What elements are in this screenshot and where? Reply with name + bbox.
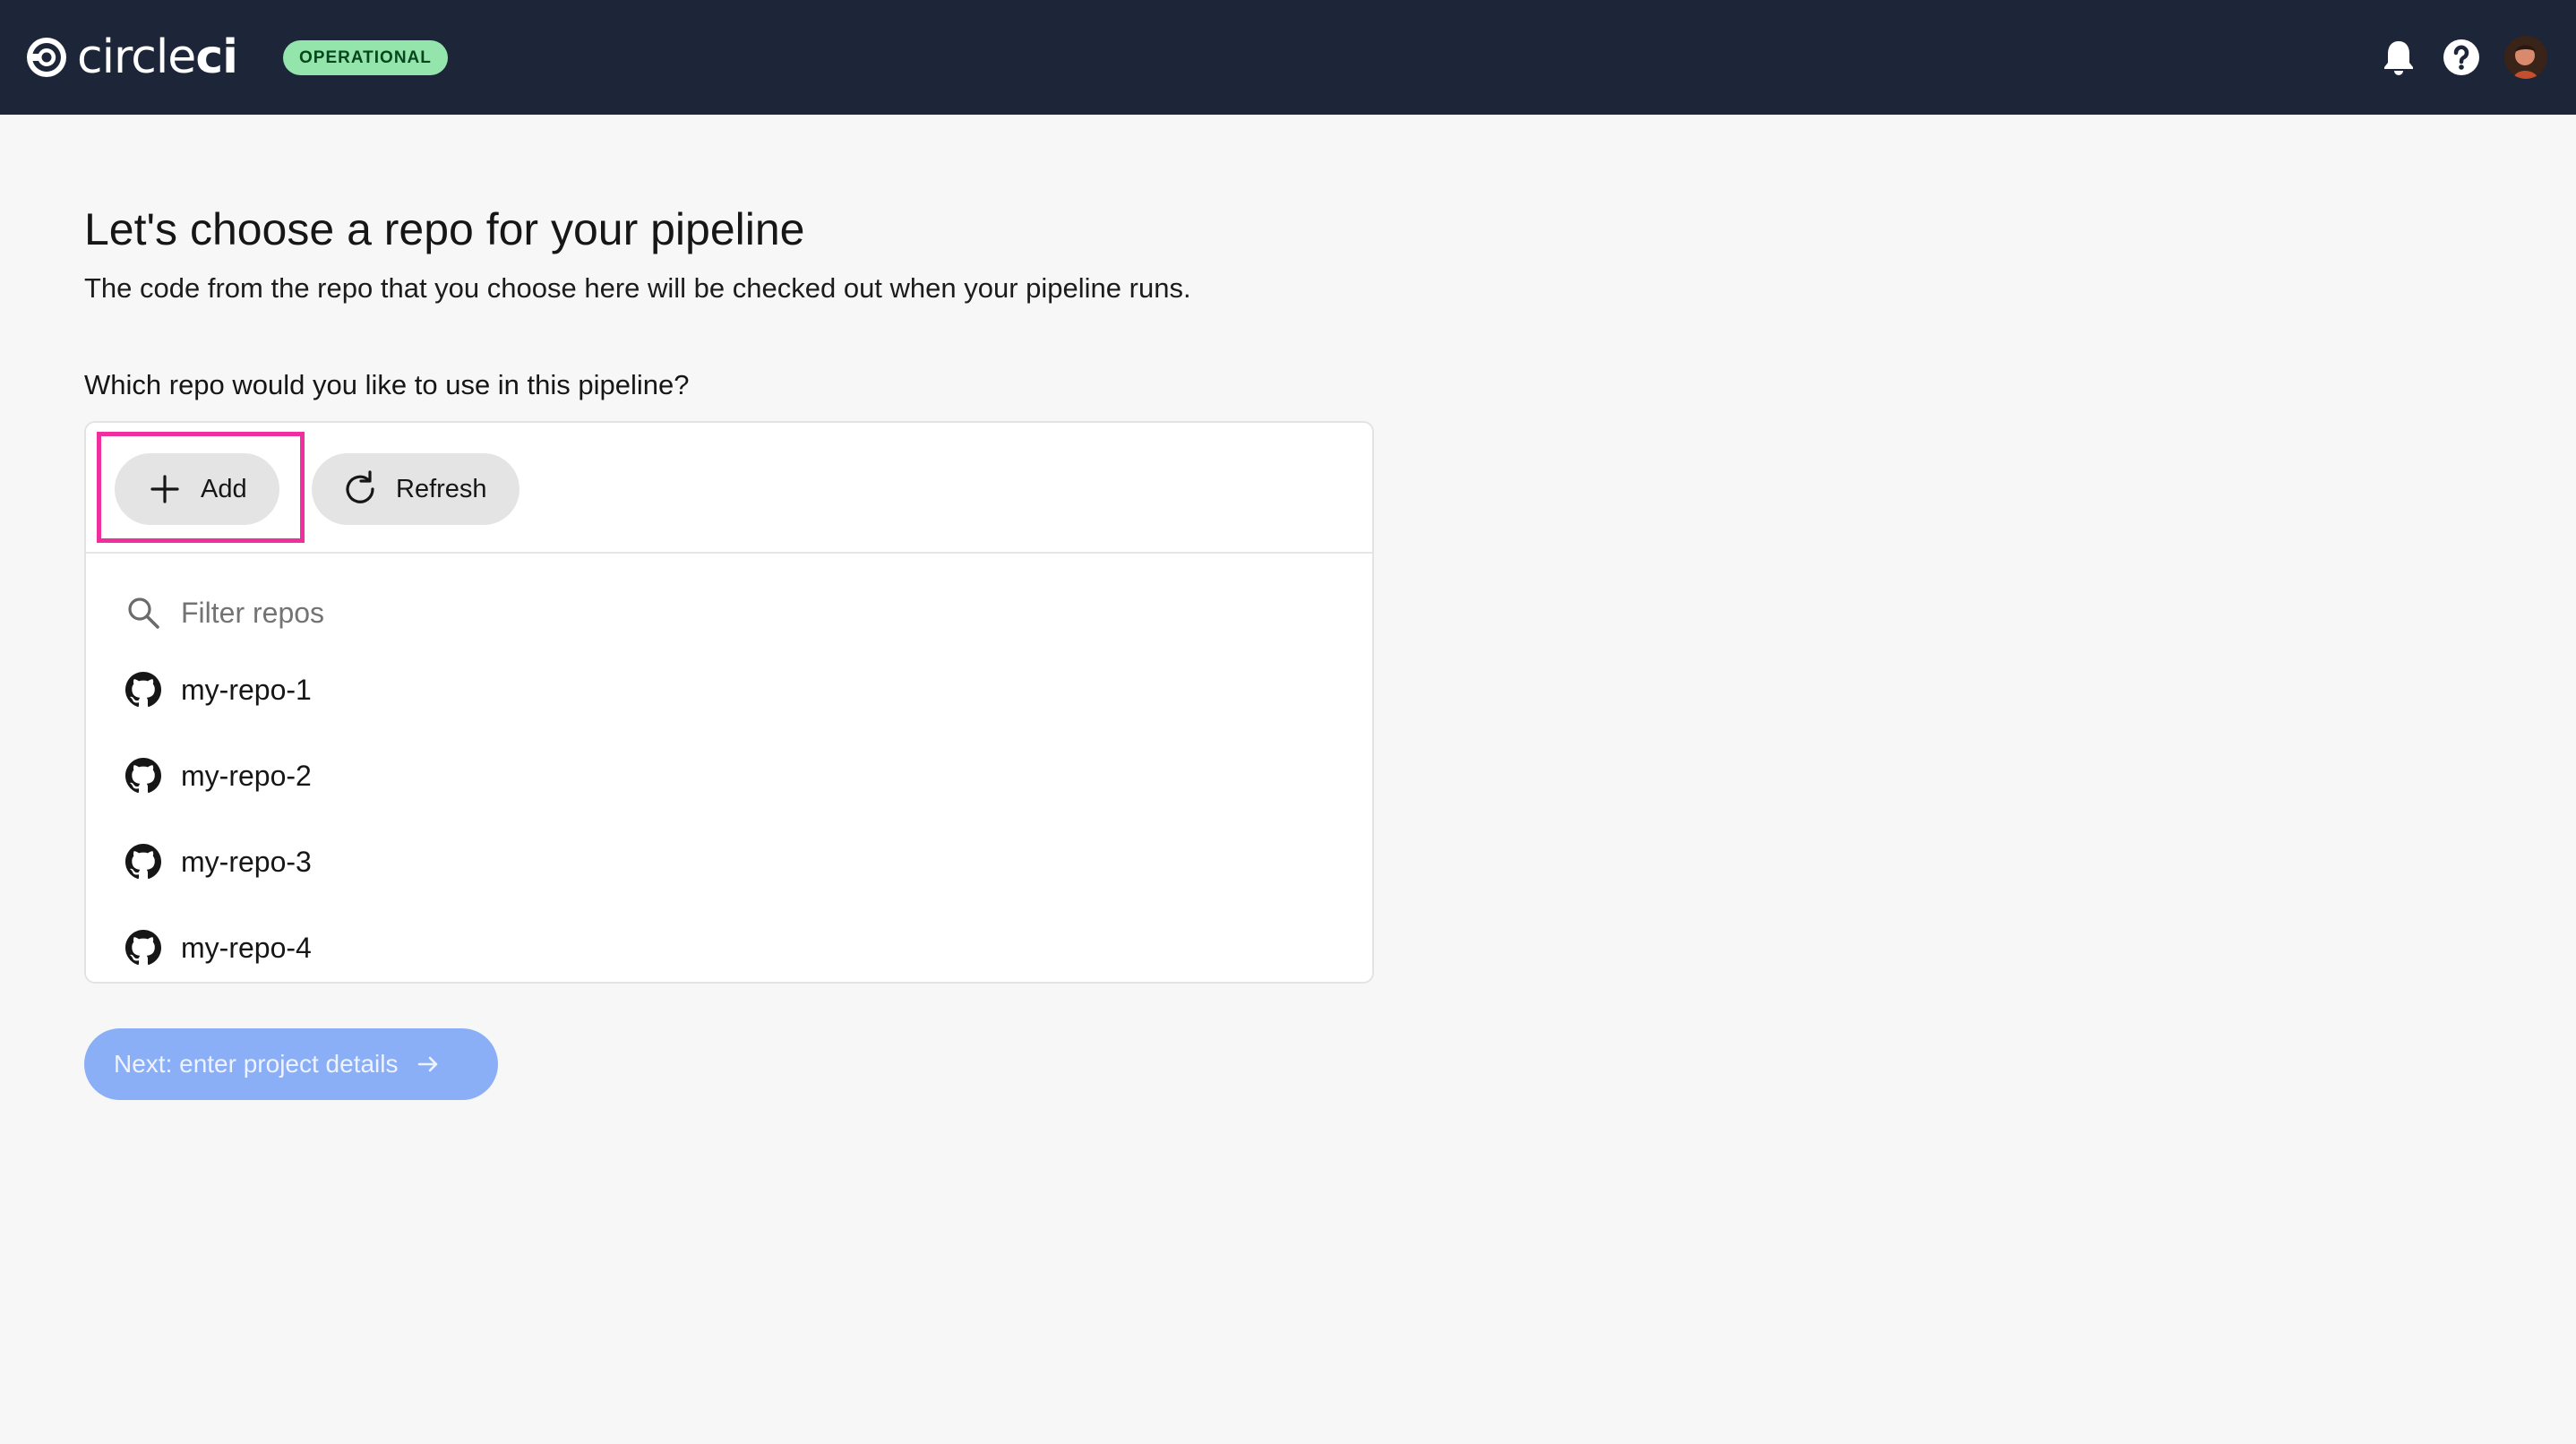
repo-list-item[interactable]: my-repo-3: [125, 819, 1344, 905]
refresh-button[interactable]: Refresh: [312, 453, 519, 525]
help-icon[interactable]: [2440, 36, 2483, 79]
user-avatar[interactable]: [2504, 36, 2547, 79]
page-title: Let's choose a repo for your pipeline: [84, 204, 805, 254]
github-icon: [125, 844, 161, 880]
github-icon: [125, 930, 161, 966]
repo-list-item[interactable]: my-repo-2: [125, 733, 1344, 819]
arrow-right-icon: [417, 1056, 437, 1072]
next-enter-project-details-button[interactable]: Next: enter project details: [84, 1028, 498, 1100]
filter-repos-row: [125, 586, 1344, 640]
circleci-logo-icon: [27, 38, 66, 77]
repo-question-label: Which repo would you like to use in this…: [84, 369, 690, 400]
avatar-image: [2504, 36, 2547, 79]
repo-name: my-repo-4: [181, 931, 312, 964]
repo-list-item[interactable]: my-repo-4: [125, 905, 1344, 991]
repo-name: my-repo-1: [181, 673, 312, 706]
page-subtitle: The code from the repo that you choose h…: [84, 272, 1191, 304]
github-icon: [125, 672, 161, 708]
top-navigation-bar: circleci OPERATIONAL: [0, 0, 2576, 115]
brand-name: circleci: [77, 30, 238, 84]
refresh-icon: [346, 470, 374, 503]
repo-name: my-repo-2: [181, 759, 312, 792]
refresh-button-label: Refresh: [396, 474, 487, 503]
plus-icon: [150, 475, 179, 503]
repo-toolbar: Add Refresh: [86, 423, 1372, 554]
status-badge[interactable]: OPERATIONAL: [283, 40, 448, 75]
search-icon: [128, 597, 159, 629]
bell-icon[interactable]: [2377, 36, 2420, 79]
add-button-label: Add: [201, 474, 247, 503]
github-icon: [125, 758, 161, 794]
repo-list: my-repo-1 my-repo-2 my-repo-3 my-repo-4: [125, 647, 1344, 991]
circleci-logo[interactable]: circleci: [25, 30, 238, 84]
repo-selector-card: Add Refresh my-repo-1 my-r: [84, 421, 1374, 984]
add-repo-button[interactable]: Add: [115, 453, 279, 525]
repo-name: my-repo-3: [181, 845, 312, 878]
repo-list-item[interactable]: my-repo-1: [125, 647, 1344, 733]
filter-repos-input[interactable]: [181, 596, 1256, 630]
next-button-label: Next: enter project details: [114, 1050, 399, 1078]
